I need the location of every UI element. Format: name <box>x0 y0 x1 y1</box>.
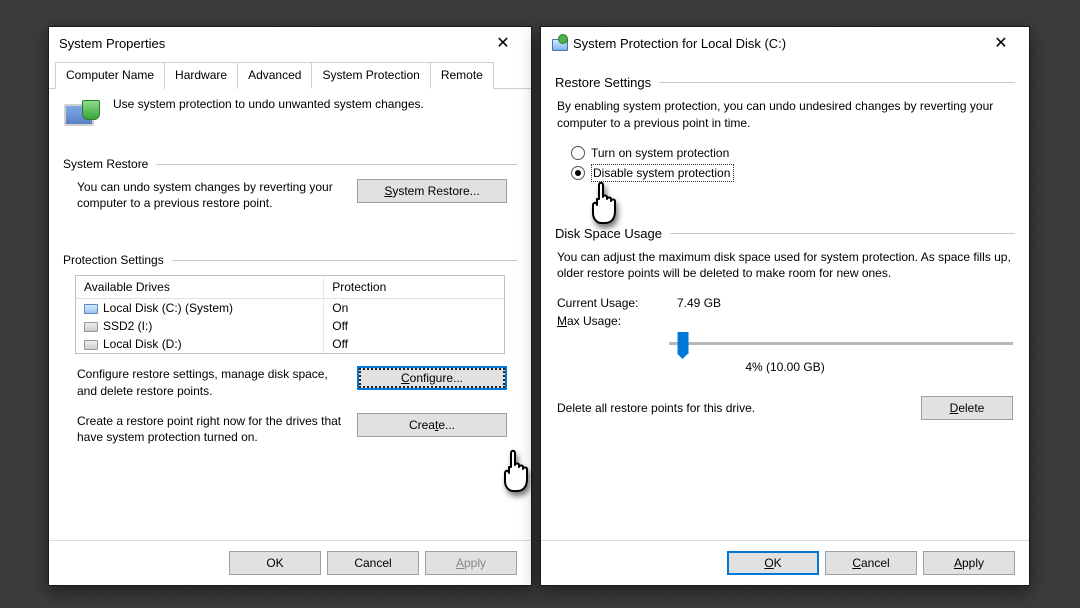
close-button[interactable]: ✕ <box>481 28 525 58</box>
radio-icon <box>571 166 585 180</box>
slider-thumb[interactable] <box>677 332 688 354</box>
dialog-footer: OK Cancel Apply <box>727 551 1015 575</box>
configure-description: Configure restore settings, manage disk … <box>77 366 343 398</box>
section-disk-space: Disk Space Usage <box>555 226 1015 241</box>
window-title: System Properties <box>59 36 481 51</box>
intro-text: Use system protection to undo unwanted s… <box>113 97 424 111</box>
radio-label: Turn on system protection <box>591 146 729 160</box>
tab-bar: Computer Name Hardware Advanced System P… <box>49 61 531 89</box>
system-restore-button[interactable]: System Restore... <box>357 179 507 203</box>
restore-settings-description: By enabling system protection, you can u… <box>557 98 1013 132</box>
table-row[interactable]: Local Disk (D:) Off <box>76 335 504 353</box>
window-title: System Protection for Local Disk (C:) <box>573 36 979 51</box>
close-button[interactable]: ✕ <box>979 28 1023 58</box>
radio-icon <box>571 146 585 160</box>
ok-button[interactable]: OK <box>727 551 819 575</box>
section-protection-settings: Protection Settings <box>63 253 517 267</box>
titlebar[interactable]: System Properties ✕ <box>49 27 531 59</box>
max-usage-label: Max Usage: <box>557 314 677 328</box>
current-usage-value: 7.49 GB <box>677 296 721 310</box>
table-row[interactable]: Local Disk (C:) (System) On <box>76 299 504 317</box>
section-label: Disk Space Usage <box>555 226 662 241</box>
system-properties-window: System Properties ✕ Computer Name Hardwa… <box>48 26 532 586</box>
create-button[interactable]: Create... <box>357 413 507 437</box>
cancel-button[interactable]: Cancel <box>327 551 419 575</box>
slider-value: 4% (10.00 GB) <box>541 360 1029 374</box>
ok-button[interactable]: OK <box>229 551 321 575</box>
cursor-hand-icon <box>497 447 537 495</box>
intro-block: Use system protection to undo unwanted s… <box>49 89 531 151</box>
restore-description: You can undo system changes by reverting… <box>77 179 343 211</box>
current-usage-label: Current Usage: <box>557 296 677 310</box>
dialog-footer: OK Cancel Apply <box>229 551 517 575</box>
apply-button[interactable]: Apply <box>923 551 1015 575</box>
drive-name: Local Disk (C:) (System) <box>103 301 233 315</box>
table-row[interactable]: SSD2 (I:) Off <box>76 317 504 335</box>
section-label: Protection Settings <box>63 253 164 267</box>
drive-protection: Off <box>324 317 504 335</box>
section-system-restore: System Restore <box>63 157 517 171</box>
drive-protection: Off <box>324 335 504 353</box>
dialog-icon <box>551 35 567 51</box>
tab-system-protection[interactable]: System Protection <box>311 62 430 89</box>
section-restore-settings: Restore Settings <box>555 75 1015 90</box>
col-protection[interactable]: Protection <box>324 276 504 298</box>
section-label: Restore Settings <box>555 75 651 90</box>
create-description: Create a restore point right now for the… <box>77 413 343 445</box>
apply-button[interactable]: Apply <box>425 551 517 575</box>
delete-button[interactable]: Delete <box>921 396 1013 420</box>
drive-name: Local Disk (D:) <box>103 337 182 351</box>
tab-computer-name[interactable]: Computer Name <box>55 62 165 89</box>
drive-icon <box>84 340 98 350</box>
tab-advanced[interactable]: Advanced <box>237 62 312 89</box>
titlebar[interactable]: System Protection for Local Disk (C:) ✕ <box>541 27 1029 59</box>
tab-hardware[interactable]: Hardware <box>164 62 238 89</box>
configure-button[interactable]: Configure... <box>357 366 507 390</box>
tab-remote[interactable]: Remote <box>430 62 494 89</box>
delete-description: Delete all restore points for this drive… <box>557 401 755 415</box>
radio-disable[interactable]: Disable system protection <box>571 164 1029 182</box>
drives-header: Available Drives Protection <box>76 276 504 299</box>
disk-space-description: You can adjust the maximum disk space us… <box>557 249 1013 283</box>
radio-turn-on[interactable]: Turn on system protection <box>571 146 1029 160</box>
drive-icon <box>84 304 98 314</box>
protection-icon <box>63 97 103 133</box>
max-usage-slider[interactable] <box>669 332 1013 356</box>
drive-protection: On <box>324 299 504 317</box>
system-protection-dialog: System Protection for Local Disk (C:) ✕ … <box>540 26 1030 586</box>
drive-icon <box>84 322 98 332</box>
radio-label: Disable system protection <box>593 166 730 180</box>
drives-table: Available Drives Protection Local Disk (… <box>75 275 505 354</box>
drive-name: SSD2 (I:) <box>103 319 152 333</box>
cancel-button[interactable]: Cancel <box>825 551 917 575</box>
max-usage-row: Max Usage: <box>557 314 1013 328</box>
current-usage-row: Current Usage: 7.49 GB <box>557 296 1013 310</box>
section-label: System Restore <box>63 157 148 171</box>
col-available-drives[interactable]: Available Drives <box>76 276 324 298</box>
